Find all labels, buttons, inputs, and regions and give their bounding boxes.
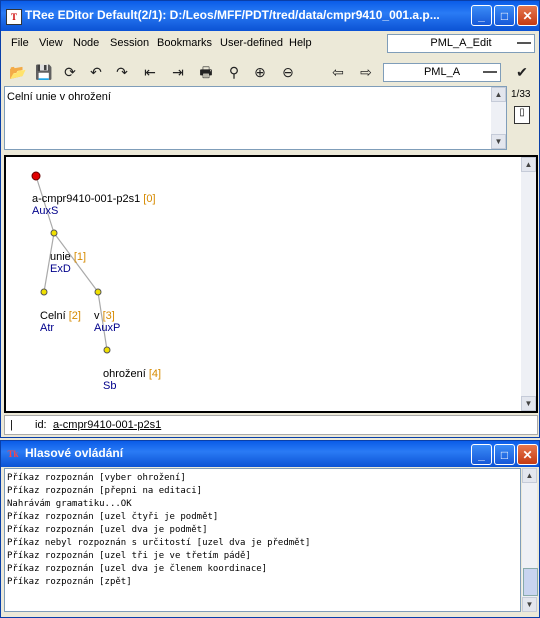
status-divider: | (10, 419, 13, 431)
tree-node-0[interactable] (31, 171, 41, 181)
context-select[interactable]: PML_A (383, 63, 501, 82)
node-ord: [0] (143, 193, 156, 205)
sentence-text-pane[interactable]: Celní unie v ohrožení ▲ ▼ (4, 86, 507, 150)
close-button[interactable]: ✕ (517, 5, 538, 26)
node-afun: Sb (103, 380, 117, 392)
log-line: Nahrávám gramatiku...OK (7, 499, 132, 509)
menu-bar: File View Node Session Bookmarks User-de… (5, 32, 537, 54)
log-line: Příkaz nebyl rozpoznán s určitostí [uzel… (7, 538, 311, 548)
scroll-down-icon[interactable]: ▼ (522, 597, 537, 612)
reload-icon[interactable]: ⟳ (59, 61, 81, 83)
log-line: Příkaz rozpoznán [přepni na editaci] (7, 486, 203, 496)
menu-session[interactable]: Session (110, 37, 149, 49)
zoom-in-icon[interactable]: ⊕ (249, 61, 271, 83)
main-titlebar[interactable]: T TRee EDitor Default(2/1): D:/Leos/MFF/… (1, 1, 539, 31)
node-label-4: ohrožení [4] Sb (103, 368, 161, 392)
print-icon[interactable]: 🖶 (195, 61, 217, 83)
log-line: Příkaz rozpoznán [uzel dva je podmět] (7, 525, 208, 535)
node-name: v (94, 310, 100, 322)
node-name: a-cmpr9410-001-p2s1 (32, 193, 141, 205)
stylesheet-select[interactable]: PML_A_Edit (387, 34, 535, 53)
stylesheet-select-value: PML_A_Edit (430, 37, 492, 49)
open-icon[interactable]: 📂 (7, 61, 29, 83)
node-label-1: unie [1] ExD (50, 251, 86, 275)
tree-scrollbar[interactable]: ▲ ▼ (521, 157, 536, 411)
node-name: ohrožení (103, 368, 146, 380)
node-afun: ExD (50, 263, 71, 275)
save-icon[interactable]: 💾 (33, 61, 55, 83)
tree-node-4[interactable] (103, 346, 111, 354)
tree-node-1[interactable] (50, 229, 58, 237)
node-ord: [2] (68, 310, 81, 322)
sentence-text: Celní unie v ohrožení (7, 91, 111, 103)
minimize-button[interactable]: _ (471, 444, 492, 465)
page-counter: 1/33 (511, 89, 531, 100)
status-label: id: (35, 419, 47, 431)
node-ord: [4] (148, 368, 162, 380)
text-scrollbar[interactable]: ▲ ▼ (491, 87, 506, 149)
maximize-button[interactable]: □ (494, 5, 515, 26)
forward-icon[interactable]: ⇨ (355, 61, 377, 83)
tk-icon: Tk (7, 449, 19, 459)
node-afun: Atr (40, 322, 55, 334)
node-afun: AuxP (94, 322, 121, 334)
log-line: Příkaz rozpoznán [uzel tři je ve třetím … (7, 551, 251, 561)
log-line: Příkaz rozpoznán [zpět] (7, 577, 132, 587)
undo-icon[interactable]: ↶ (85, 61, 107, 83)
tree-view[interactable]: a-cmpr9410-001-p2s1 [0] AuxS unie [1] Ex… (4, 155, 538, 413)
log-scrollbar[interactable]: ▲ ▼ (522, 468, 538, 612)
tree-node-2[interactable] (40, 288, 48, 296)
recognition-log[interactable]: Příkaz rozpoznán [vyber ohrožení] Příkaz… (4, 468, 521, 612)
main-window: T TRee EDitor Default(2/1): D:/Leos/MFF/… (0, 0, 540, 438)
status-id-link[interactable]: a-cmpr9410-001-p2s1 (53, 419, 161, 431)
node-name: unie (50, 251, 71, 263)
previous-tree-icon[interactable]: ⇤ (139, 61, 161, 83)
scroll-thumb[interactable] (523, 568, 538, 596)
zoom-out-icon[interactable]: ⊖ (277, 61, 299, 83)
node-ord: [1] (73, 251, 87, 263)
checkmark-icon[interactable]: ✔ (511, 61, 533, 83)
voice-window-title: Hlasové ovládání (25, 446, 124, 460)
node-label-3: v [3] AuxP (94, 310, 120, 334)
tred-app-icon: T (6, 9, 22, 25)
voice-window: Tk Hlasové ovládání _ □ ✕ Příkaz rozpozn… (0, 440, 540, 618)
node-label-0: a-cmpr9410-001-p2s1 [0] AuxS (32, 193, 156, 217)
menu-view[interactable]: View (39, 37, 63, 49)
context-select-value: PML_A (423, 66, 461, 78)
back-icon[interactable]: ⇦ (327, 61, 349, 83)
redo-icon[interactable]: ↷ (111, 61, 133, 83)
scroll-up-icon[interactable]: ▲ (491, 87, 506, 102)
tree-node-3[interactable] (94, 288, 102, 296)
scroll-down-icon[interactable]: ▼ (491, 134, 506, 149)
node-label-2: Celní [2] Atr (40, 310, 81, 334)
log-line: Příkaz rozpoznán [uzel čtyři je podmět] (7, 512, 219, 522)
node-afun: AuxS (32, 205, 59, 217)
menu-help[interactable]: Help (289, 37, 312, 49)
node-name: Celní (40, 310, 66, 322)
menu-file[interactable]: File (11, 37, 29, 49)
zoom-icon[interactable]: ⚲ (223, 61, 245, 83)
voice-titlebar[interactable]: Tk Hlasové ovládání _ □ ✕ (1, 441, 539, 467)
menu-bookmarks[interactable]: Bookmarks (157, 37, 212, 49)
node-ord: [3] (102, 310, 115, 322)
maximize-button[interactable]: □ (494, 444, 515, 465)
main-window-title: TRee EDitor Default(2/1): D:/Leos/MFF/PD… (25, 8, 440, 22)
scroll-up-icon[interactable]: ▲ (522, 468, 537, 483)
status-bar: | id: a-cmpr9410-001-p2s1 (4, 415, 538, 435)
scroll-up-icon[interactable]: ▲ (521, 157, 536, 172)
menu-node[interactable]: Node (73, 37, 99, 49)
toolbar: 📂 💾 ⟳ ↶ ↷ ⇤ ⇥ 🖶 ⚲ ⊕ ⊖ ⇦ ⇨ PML_A ✔ (5, 59, 537, 85)
chevron-down-icon (483, 71, 497, 73)
document-icon[interactable]: ▯ (514, 106, 530, 124)
scroll-down-icon[interactable]: ▼ (521, 396, 536, 411)
close-button[interactable]: ✕ (517, 444, 538, 465)
next-tree-icon[interactable]: ⇥ (167, 61, 189, 83)
minimize-button[interactable]: _ (471, 5, 492, 26)
menu-user-defined[interactable]: User-defined (220, 37, 283, 49)
log-line: Příkaz rozpoznán [vyber ohrožení] (7, 473, 186, 483)
chevron-down-icon (517, 42, 531, 44)
log-line: Příkaz rozpoznán [uzel dva je členem koo… (7, 564, 268, 574)
